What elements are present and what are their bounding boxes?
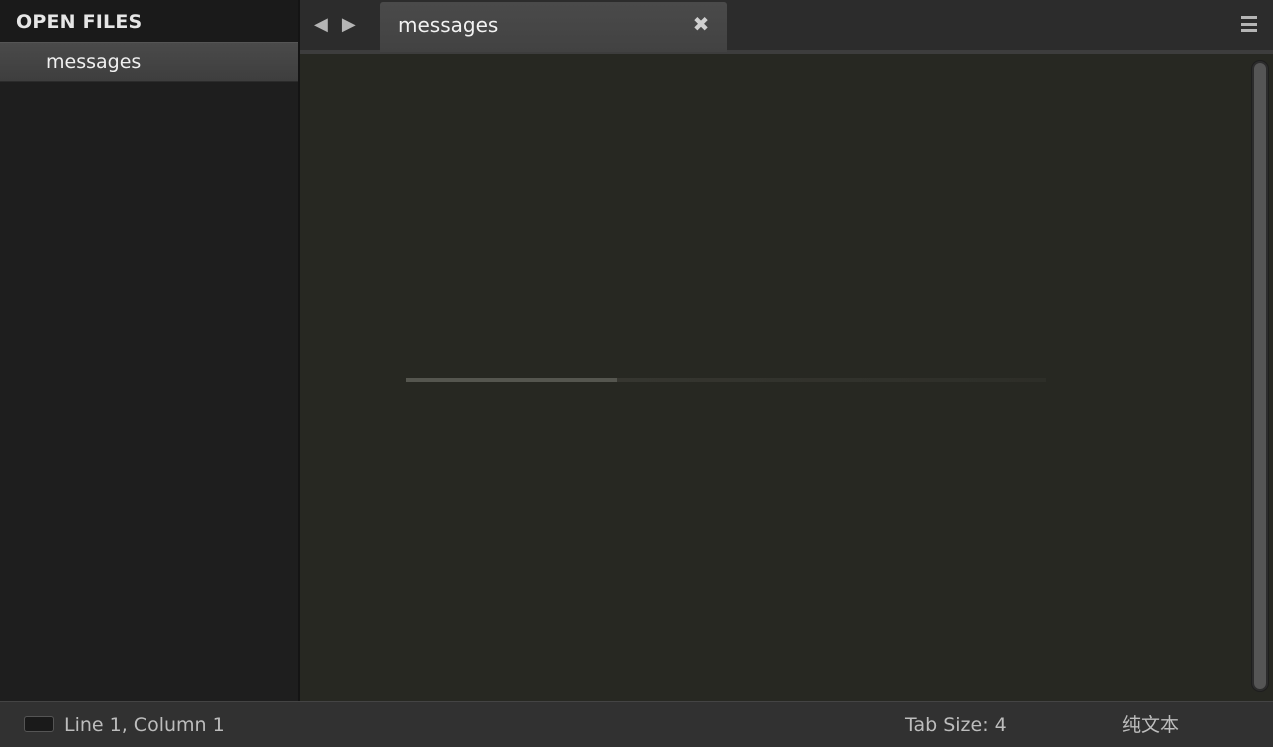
sidebar-header: OPEN FILES	[0, 0, 298, 42]
tab-navigation: ◀ ▶	[314, 12, 356, 38]
close-icon[interactable]: ✖	[691, 14, 711, 34]
sidebar-item-messages[interactable]: messages	[0, 42, 298, 82]
tab-messages[interactable]: messages ✖	[380, 2, 727, 52]
menu-line	[1241, 16, 1257, 19]
editor-area[interactable]	[300, 54, 1273, 701]
syntax-selector[interactable]: 纯文本	[1122, 702, 1179, 747]
status-bar: Line 1, Column 1 Tab Size: 4 纯文本	[0, 701, 1273, 747]
panel-toggle-icon[interactable]	[24, 716, 54, 732]
cursor-position: Line 1, Column 1	[64, 714, 225, 736]
tab-size-selector[interactable]: Tab Size: 4	[905, 702, 1007, 747]
menu-line	[1241, 29, 1257, 32]
tab-bar: ◀ ▶ messages ✖	[300, 0, 1273, 54]
menu-line	[1241, 22, 1257, 26]
tab-label: messages	[398, 13, 499, 37]
vertical-scrollbar[interactable]	[1251, 60, 1269, 692]
loading-progress-bar	[406, 378, 1046, 382]
scrollbar-thumb[interactable]	[1254, 63, 1266, 689]
hamburger-menu-icon[interactable]	[1241, 16, 1257, 32]
back-arrow-icon[interactable]: ◀	[314, 12, 328, 38]
loading-progress-fill	[406, 378, 618, 382]
forward-arrow-icon[interactable]: ▶	[342, 12, 356, 38]
sidebar: OPEN FILES messages	[0, 0, 300, 701]
editor-window: OPEN FILES messages ◀ ▶ messages ✖ Line …	[0, 0, 1273, 747]
